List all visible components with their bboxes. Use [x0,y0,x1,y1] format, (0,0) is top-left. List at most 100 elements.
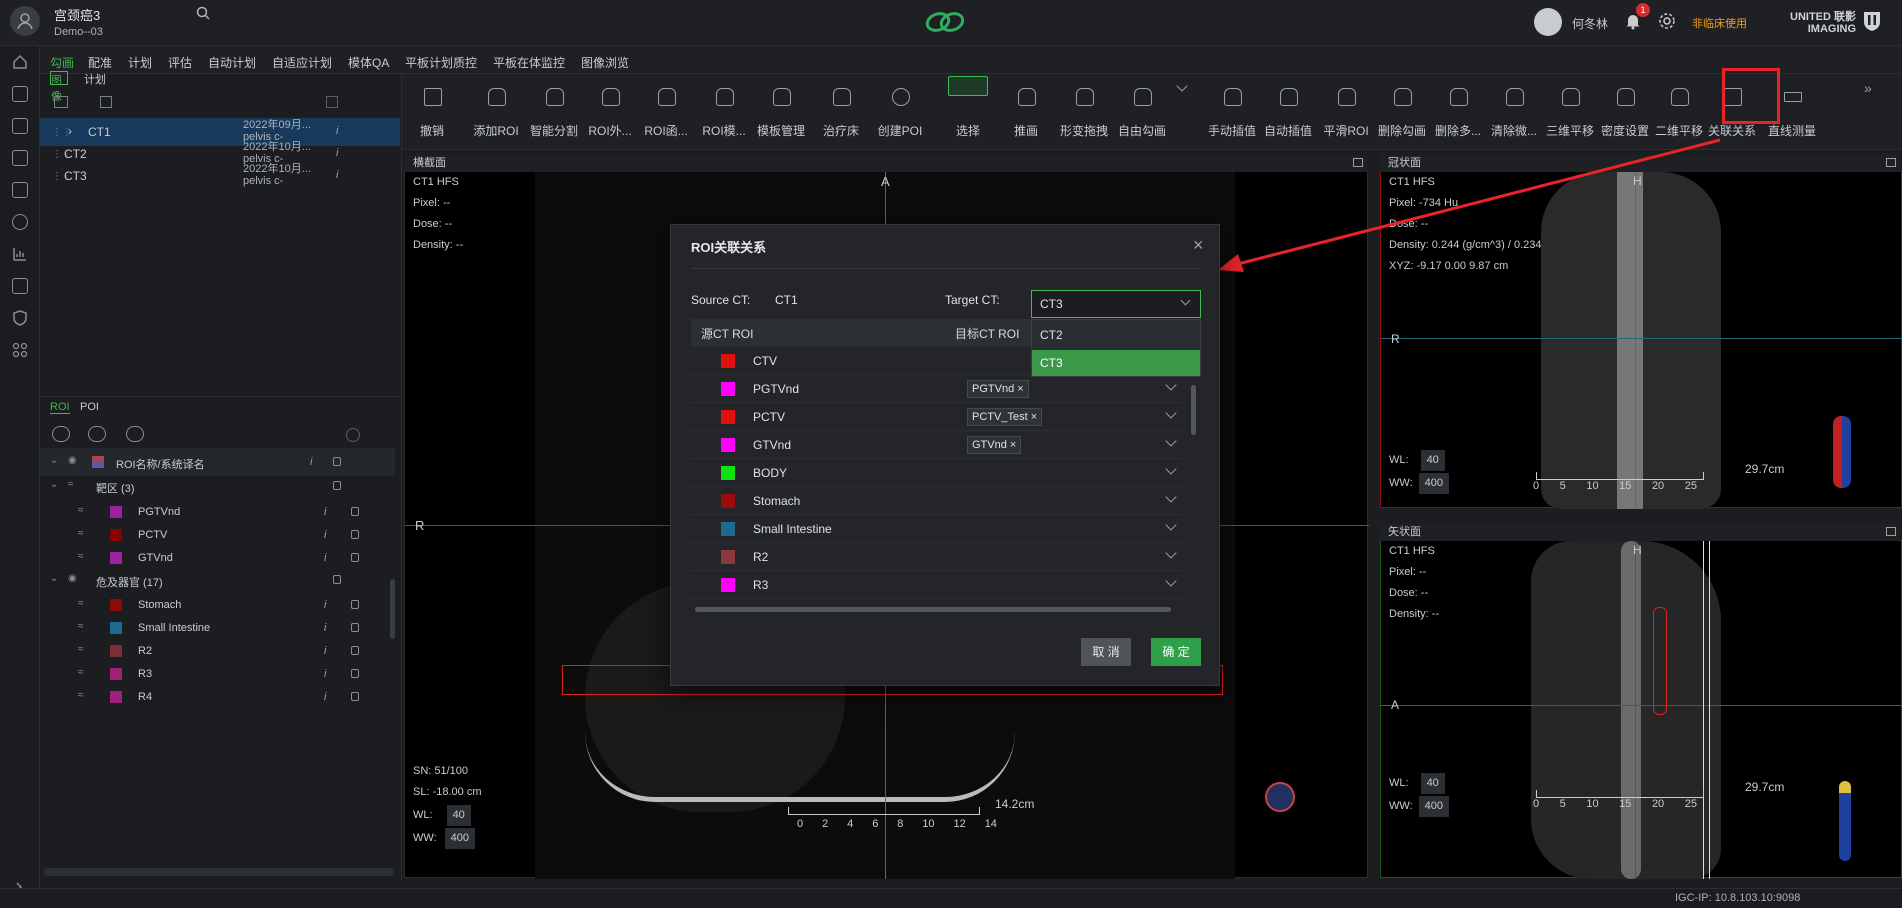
tab-epid-plan-qc[interactable]: 平板计划质控 [405,54,477,71]
chevron-down-icon[interactable] [1165,575,1177,587]
lock-icon[interactable] [333,457,341,466]
drag-handle-icon[interactable]: ⋮⋮ [52,171,72,182]
push-button[interactable]: 推画 [996,74,1056,148]
chevron-right-icon[interactable]: › [68,124,72,138]
apps-icon[interactable] [12,342,28,358]
more-tools-icon[interactable]: » [1864,80,1872,96]
roi-color-swatch[interactable] [110,552,122,564]
smart-segment-button[interactable]: 智能分割 [524,74,584,148]
helmet-icon[interactable] [12,214,28,230]
select-button[interactable]: 选择 [938,74,998,148]
deform-drag-button[interactable]: 形变拖拽 [1054,74,1114,148]
info-icon[interactable]: i [324,529,326,541]
subtab-images[interactable]: 图像 [50,71,68,103]
image-row[interactable]: ⋮⋮ CT3 2022年10月... pelvis c- i [40,162,400,190]
table-horizontal-scrollbar[interactable] [695,607,1171,612]
eye-off-icon[interactable]: ≈ [78,551,92,563]
couch-button[interactable]: 治疗床 [811,74,871,148]
info-icon[interactable]: i [336,169,338,181]
eye-off-icon[interactable]: ≈ [78,644,92,656]
window-level[interactable]: 40 [446,805,471,826]
chevron-down-icon[interactable] [1165,519,1177,531]
roi-color-swatch[interactable] [110,668,122,680]
chevron-down-icon[interactable] [1165,435,1177,447]
info-icon[interactable]: i [324,506,326,518]
template-manage-button[interactable]: 模板管理 [751,74,811,148]
eye-off-icon[interactable]: ≈ [68,479,82,491]
lock-icon[interactable] [333,575,341,584]
search-icon[interactable] [196,6,210,20]
tab-phantom-qa[interactable]: 模体QA [348,54,389,71]
orientation-cube-icon[interactable] [1265,782,1295,812]
target-ct-select[interactable]: CT3 [1031,290,1201,318]
info-icon[interactable]: i [324,691,326,703]
tab-poi[interactable]: POI [80,401,99,413]
filter-icon[interactable] [326,96,338,108]
tab-plan[interactable]: 计划 [128,54,152,71]
user-avatar[interactable] [1534,8,1562,36]
chevron-down-icon[interactable] [1165,463,1177,475]
subtab-plans[interactable]: 计划 [84,71,106,87]
info-icon[interactable]: i [324,552,326,564]
table-vertical-scrollbar[interactable] [1191,385,1196,435]
gear-icon[interactable] [1658,12,1676,30]
patient-avatar[interactable] [10,6,40,36]
collapse-icon[interactable]: ⌄ [50,455,58,466]
roi-item[interactable]: ≈ R4 i [40,683,395,711]
info-icon[interactable]: i [324,645,326,657]
tab-adaptive-plan[interactable]: 自适应计划 [272,54,332,71]
info-icon[interactable]: i [324,668,326,680]
maximize-icon[interactable] [1886,158,1896,167]
maximize-icon[interactable] [1886,527,1896,536]
window-level[interactable]: 40 [1420,773,1445,794]
roi-template-button[interactable]: ROI模... [694,74,754,148]
lock-icon[interactable] [333,481,341,490]
tab-image-browse[interactable]: 图像浏览 [581,54,629,71]
undo-button[interactable]: 撤销 [402,74,462,148]
window-level[interactable]: 40 [1420,450,1445,471]
body-orientation-icon[interactable] [1839,781,1851,861]
eye-off-icon[interactable]: ≈ [78,690,92,702]
eye-off-icon[interactable]: ≈ [78,598,92,610]
eye-icon[interactable]: ◉ [68,573,82,585]
roi-function-button[interactable]: ROI函... [636,74,696,148]
lock-icon[interactable] [351,530,359,539]
refresh-icon[interactable] [346,428,360,442]
chevron-down-icon[interactable] [1165,379,1177,391]
target-roi-tag[interactable]: PCTV_Test × [967,408,1043,426]
collapse-icon[interactable]: ⌄ [50,573,58,584]
evaluate-icon[interactable] [12,150,28,166]
auto-seg-icon[interactable] [88,426,106,442]
window-width[interactable]: 400 [444,828,475,849]
report-icon[interactable] [12,278,28,294]
eye-icon[interactable]: ◉ [68,455,82,467]
info-icon[interactable]: i [336,147,338,159]
drag-handle-icon[interactable]: ⋮⋮ [52,127,72,138]
roi-group-targets[interactable]: ⌄ ≈ 靶区 (3) [40,472,395,500]
add-roi-icon[interactable] [52,426,70,442]
lock-icon[interactable] [351,646,359,655]
collapse-icon[interactable]: ⌄ [50,479,58,490]
roi-color-swatch[interactable] [110,645,122,657]
lock-icon[interactable] [351,553,359,562]
shield-icon[interactable] [12,310,28,326]
grid-icon[interactable] [100,96,112,108]
info-icon[interactable]: i [324,599,326,611]
qa-icon[interactable] [12,182,28,198]
lock-icon[interactable] [351,692,359,701]
roi-group-oar[interactable]: ⌄ ◉ 危及器官 (17) [40,566,395,594]
plan-icon[interactable] [12,118,28,134]
info-icon[interactable]: i [310,456,312,468]
horizontal-scrollbar[interactable] [44,868,394,876]
chevron-down-icon[interactable] [1165,547,1177,559]
option-ct3[interactable]: CT3 [1032,350,1200,376]
roi-color-swatch[interactable] [110,529,122,541]
chevron-down-icon[interactable] [1165,491,1177,503]
info-icon[interactable]: i [324,622,326,634]
info-icon[interactable]: i [336,125,338,137]
roi-color-swatch[interactable] [110,622,122,634]
option-ct2[interactable]: CT2 [1032,322,1200,348]
create-poi-button[interactable]: 创建POI [870,74,930,148]
image-tool-icon[interactable] [54,96,68,108]
chevron-down-icon[interactable] [1165,407,1177,419]
